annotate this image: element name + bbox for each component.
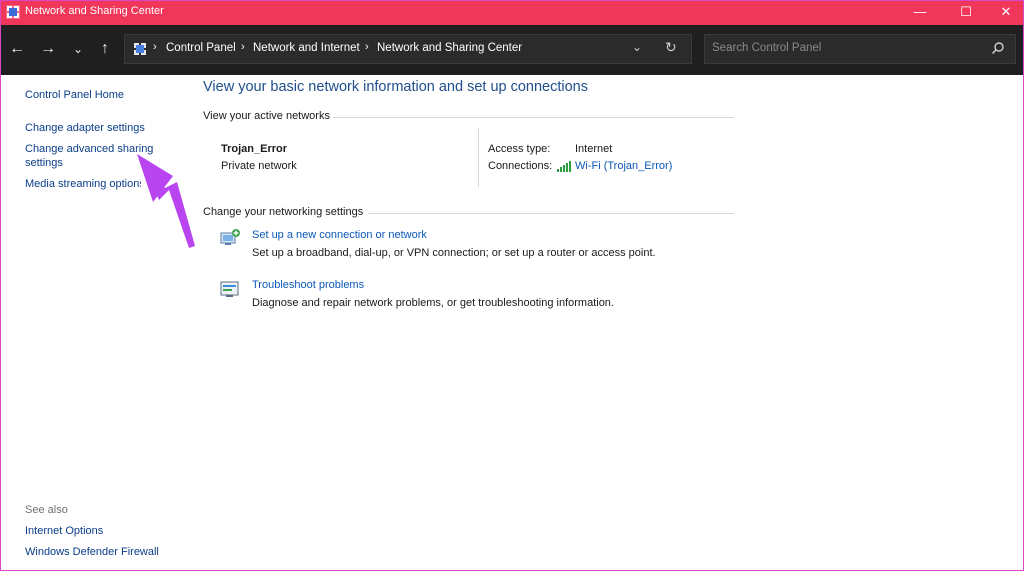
back-arrow-icon[interactable]: ← — [7, 38, 27, 60]
recent-locations-chevron-icon[interactable]: ⌄ — [68, 38, 88, 60]
troubleshoot-problems-description: Diagnose and repair network problems, or… — [252, 297, 614, 309]
troubleshoot-problems-link[interactable]: Troubleshoot problems — [252, 279, 364, 291]
connections-label: Connections: — [488, 160, 553, 172]
access-type-value: Internet — [575, 143, 613, 155]
change-adapter-settings-link[interactable]: Change adapter settings — [25, 122, 145, 134]
divider — [333, 117, 734, 118]
breadcrumb-control-panel[interactable]: Control Panel — [166, 42, 236, 54]
forward-arrow-icon[interactable]: → — [38, 38, 58, 60]
troubleshoot-icon — [220, 281, 239, 297]
breadcrumb-network-and-sharing-center[interactable]: Network and Sharing Center — [377, 42, 522, 54]
annotation-arrow-icon — [137, 154, 195, 248]
page-title: View your basic network information and … — [203, 79, 589, 95]
breadcrumb-network-and-internet[interactable]: Network and Internet — [253, 42, 360, 54]
search-icon[interactable] — [991, 41, 1005, 55]
divider — [478, 128, 479, 187]
navigation-bar: ← → ⌄ ↑ › Control Panel › Network and In… — [0, 25, 1024, 75]
refresh-icon[interactable]: ↻ — [665, 39, 677, 56]
address-field[interactable]: › Control Panel › Network and Internet ›… — [124, 34, 692, 64]
chevron-right-icon: › — [153, 41, 157, 53]
title-bar: Network and Sharing Center — ☐ ✕ — [0, 0, 1024, 25]
chevron-right-icon: › — [241, 41, 245, 53]
up-arrow-icon[interactable]: ↑ — [95, 38, 115, 60]
network-center-icon — [6, 5, 20, 19]
search-input[interactable]: Search Control Panel — [704, 34, 1016, 64]
control-panel-icon — [134, 43, 146, 55]
network-name: Trojan_Error — [221, 143, 288, 155]
control-panel-home-link[interactable]: Control Panel Home — [25, 89, 124, 101]
active-networks-header: View your active networks — [203, 110, 330, 122]
search-placeholder: Search Control Panel — [712, 42, 822, 54]
divider — [368, 213, 734, 214]
minimize-button[interactable]: — — [897, 0, 943, 25]
network-type[interactable]: Private network — [221, 160, 297, 172]
address-dropdown-chevron-icon[interactable]: ⌄ — [632, 40, 642, 54]
access-type-label: Access type: — [488, 143, 551, 155]
networking-settings-header: Change your networking settings — [203, 206, 364, 218]
windows-defender-firewall-link[interactable]: Windows Defender Firewall — [25, 546, 159, 558]
media-streaming-options-link[interactable]: Media streaming options — [25, 178, 141, 190]
internet-options-link[interactable]: Internet Options — [25, 525, 103, 537]
close-button[interactable]: ✕ — [983, 0, 1024, 25]
change-advanced-sharing-settings-link-line2[interactable]: settings — [25, 157, 63, 169]
wifi-signal-icon — [557, 161, 571, 172]
see-also-label: See also — [25, 504, 68, 516]
setup-new-connection-link[interactable]: Set up a new connection or network — [252, 229, 427, 241]
wifi-connection-link[interactable]: Wi-Fi (Trojan_Error) — [575, 160, 672, 172]
chevron-right-icon: › — [365, 41, 369, 53]
setup-new-connection-description: Set up a broadband, dial-up, or VPN conn… — [252, 247, 656, 259]
window-title: Network and Sharing Center — [25, 5, 164, 17]
new-connection-icon — [220, 229, 240, 245]
